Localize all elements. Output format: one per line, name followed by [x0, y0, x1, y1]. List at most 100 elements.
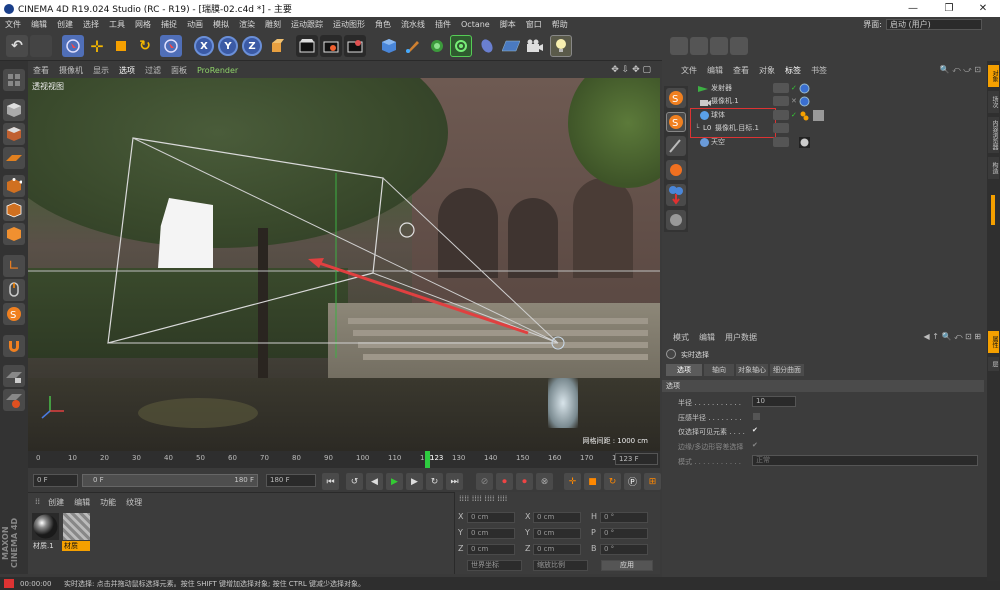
points-mode-icon[interactable]: [3, 175, 25, 197]
redo-icon[interactable]: [30, 35, 52, 57]
previous-key-icon[interactable]: ↺: [346, 473, 363, 490]
move-icon[interactable]: ✛: [86, 35, 108, 57]
object-manager-nav-icons[interactable]: 🔍 ⤺ ⤻ ⊡: [935, 65, 986, 75]
material-menu-edit[interactable]: 编辑: [69, 497, 95, 508]
object-menu-objects[interactable]: 对象: [754, 65, 780, 76]
undo-button[interactable]: ↶: [6, 35, 28, 57]
mode-dropdown[interactable]: 正常: [752, 455, 978, 466]
minimize-button[interactable]: —: [896, 0, 930, 17]
attr-menu-mode[interactable]: 模式: [668, 332, 694, 343]
material-label[interactable]: 材质.1: [31, 541, 59, 551]
coord-size-z-field[interactable]: 0 cm: [533, 544, 581, 555]
coordinate-system-icon[interactable]: [266, 35, 288, 57]
coord-pos-x-field[interactable]: 0 cm: [467, 512, 515, 523]
start-frame-field[interactable]: 0 F: [33, 474, 78, 487]
object-row-camera-target[interactable]: └ L0 摄像机.目标.1: [691, 122, 981, 135]
workplane-icon[interactable]: [3, 147, 25, 169]
key-pla-icon[interactable]: ⊞: [644, 473, 661, 490]
axis-mode-icon[interactable]: ∟: [3, 255, 25, 277]
tab-subdivision-surface[interactable]: 细分曲面: [770, 364, 804, 376]
light-icon[interactable]: [550, 35, 572, 57]
current-frame-field[interactable]: 123 F: [615, 453, 658, 465]
tab-object-axis[interactable]: 对象轴心: [736, 364, 768, 376]
scale-icon[interactable]: [110, 35, 132, 57]
render-picture-viewer-icon[interactable]: [320, 35, 342, 57]
viewport[interactable]: 透视视图 网格间距 : 1000 cm: [28, 78, 660, 451]
render-view-icon[interactable]: [296, 35, 318, 57]
menu-snap[interactable]: 捕捉: [156, 19, 182, 30]
next-frame-icon[interactable]: ▶: [406, 473, 423, 490]
object-menu-bookmarks[interactable]: 书签: [806, 65, 832, 76]
coord-rot-h-field[interactable]: 0 °: [600, 512, 648, 523]
object-name[interactable]: 发射器: [711, 82, 732, 95]
tweak-mode-icon[interactable]: [3, 279, 25, 301]
viewport-menu-display[interactable]: 显示: [88, 65, 114, 76]
tab-axis[interactable]: 轴向: [704, 364, 734, 376]
coord-size-y-field[interactable]: 0 cm: [533, 528, 581, 539]
menu-script[interactable]: 脚本: [495, 19, 521, 30]
object-name[interactable]: 摄像机.1: [711, 95, 739, 108]
drop-to-floor-icon[interactable]: [666, 184, 686, 206]
enabled-check-icon[interactable]: ✓: [791, 82, 797, 95]
snap-toggle-icon[interactable]: S: [666, 88, 686, 108]
object-menu-view[interactable]: 查看: [728, 65, 754, 76]
viewport-nav-icons[interactable]: ✥ ⇩ ✥ ▢: [606, 65, 656, 75]
snap-settings-icon[interactable]: S: [666, 112, 686, 132]
object-menu-file[interactable]: 文件: [676, 65, 702, 76]
menu-sculpt[interactable]: 雕刻: [260, 19, 286, 30]
dynamics-icon[interactable]: [666, 160, 686, 180]
sweep-icon[interactable]: [666, 136, 686, 156]
next-key-icon[interactable]: ↻: [426, 473, 443, 490]
menu-select[interactable]: 选择: [78, 19, 104, 30]
coord-rot-p-field[interactable]: 0 °: [600, 528, 648, 539]
radius-field[interactable]: 10: [752, 396, 796, 407]
material-label-selected[interactable]: 材质: [62, 541, 90, 551]
mograph-cloner-icon[interactable]: [450, 35, 472, 57]
layout-icon[interactable]: [690, 37, 708, 55]
tab-options[interactable]: 选项: [666, 364, 702, 376]
timeline-ruler[interactable]: 0102030405060708090100110120130140150160…: [28, 451, 660, 468]
viewport-menu-view[interactable]: 查看: [28, 65, 54, 76]
coord-pos-z-field[interactable]: 0 cm: [467, 544, 515, 555]
snap-icon[interactable]: S: [3, 303, 25, 325]
go-to-end-icon[interactable]: ⏭: [446, 473, 463, 490]
material-menu-create[interactable]: 创建: [43, 497, 69, 508]
menu-animate[interactable]: 动画: [182, 19, 208, 30]
key-parameter-icon[interactable]: Ⓟ: [624, 473, 641, 490]
magnet-icon[interactable]: [3, 335, 25, 357]
menu-window[interactable]: 窗口: [521, 19, 547, 30]
attr-menu-user-data[interactable]: 用户数据: [720, 332, 762, 343]
menu-character[interactable]: 角色: [370, 19, 396, 30]
enabled-check-icon[interactable]: ✓: [791, 109, 797, 122]
menu-render[interactable]: 渲染: [234, 19, 260, 30]
select-cursor-icon[interactable]: [62, 35, 84, 57]
texture-mode-icon[interactable]: [3, 123, 25, 145]
previous-frame-icon[interactable]: ◀: [366, 473, 383, 490]
go-to-start-icon[interactable]: ⏮: [322, 473, 339, 490]
boole-icon[interactable]: [666, 210, 686, 230]
menu-plugins[interactable]: 插件: [430, 19, 456, 30]
coord-apply-button[interactable]: 应用: [601, 560, 653, 571]
render-settings-icon[interactable]: [344, 35, 366, 57]
viewport-menu-options[interactable]: 选项: [114, 65, 140, 76]
layout-icon[interactable]: [730, 37, 748, 55]
side-tab-attributes[interactable]: 属性: [988, 331, 999, 353]
pen-spline-icon[interactable]: [402, 35, 424, 57]
object-row-emitter[interactable]: 发射器 ✓: [691, 82, 981, 95]
rotate-icon[interactable]: ↻: [134, 35, 156, 57]
pressure-radius-checkbox[interactable]: [753, 413, 760, 420]
maximize-button[interactable]: ❐: [932, 0, 966, 17]
key-position-icon[interactable]: ✛: [564, 473, 581, 490]
menu-simulate[interactable]: 模拟: [208, 19, 234, 30]
object-menu-tags[interactable]: 标签: [780, 65, 806, 76]
autokey-icon[interactable]: ⏺: [516, 473, 533, 490]
viewport-menu-cameras[interactable]: 摄像机: [54, 65, 88, 76]
menu-motion-tracker[interactable]: 运动跟踪: [286, 19, 328, 30]
material-menu-function[interactable]: 功能: [95, 497, 121, 508]
axis-y-button[interactable]: Y: [218, 36, 238, 56]
visibility-toggle[interactable]: [773, 83, 789, 93]
axis-z-button[interactable]: Z: [242, 36, 262, 56]
material-thumbnail[interactable]: [32, 513, 59, 540]
side-tab-takes[interactable]: 场次: [988, 91, 999, 113]
object-menu-edit[interactable]: 编辑: [702, 65, 728, 76]
